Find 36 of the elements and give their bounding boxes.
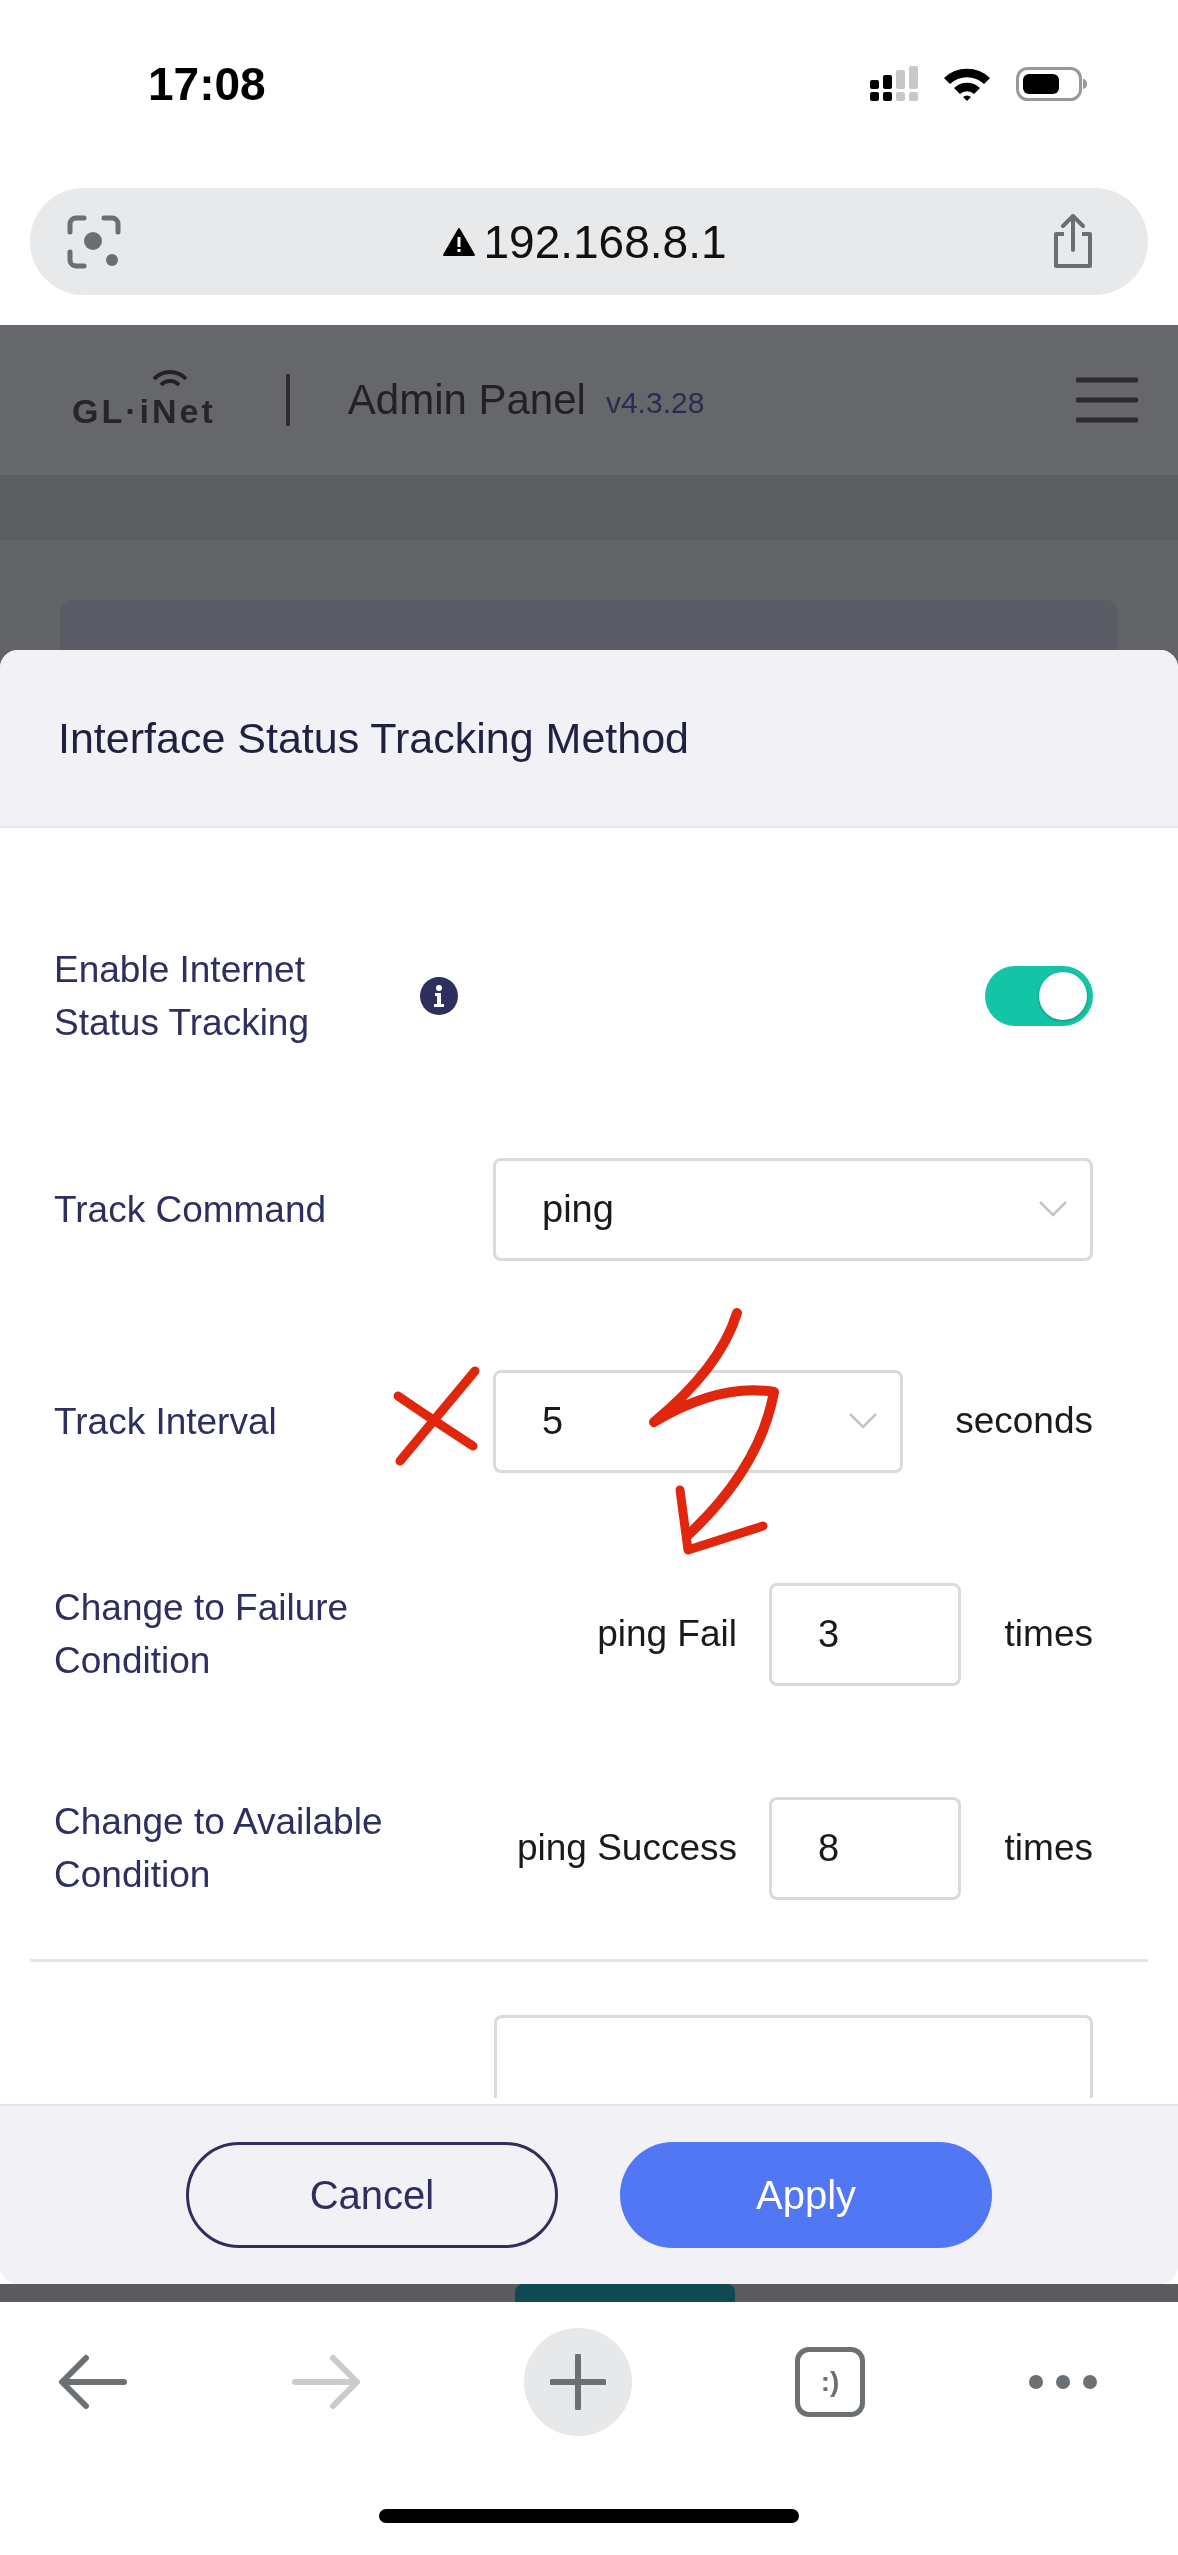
input-field[interactable]: 3	[769, 1582, 961, 1686]
dropdown[interactable]: 5	[493, 1369, 903, 1473]
signal-icon	[870, 66, 918, 102]
dropdown[interactable]: ping	[493, 1157, 1093, 1261]
condition-label: ping Fail	[597, 1613, 737, 1655]
field-label: Track Command	[54, 1187, 327, 1232]
field-label: Change to Failure Condition	[54, 1586, 350, 1683]
url-text: 192.168.8.1	[483, 214, 727, 269]
field-label: Track Interval	[54, 1399, 277, 1444]
menu-icon[interactable]	[1076, 377, 1138, 423]
unit-label: seconds	[955, 1400, 1093, 1442]
unit-label: times	[1003, 1613, 1093, 1655]
chevron-down-icon	[848, 1412, 878, 1430]
app-title: Admin Panel	[347, 376, 586, 424]
field-label: Change to Available Condition	[54, 1800, 384, 1897]
wifi-icon	[942, 66, 992, 102]
clock-time: 17:08	[148, 57, 266, 111]
dialog-title: Interface Status Tracking Method	[58, 713, 689, 763]
address-bar[interactable]: 192.168.8.1	[30, 188, 1148, 295]
battery-icon	[1016, 67, 1088, 101]
field-label: Enable Internet Status Tracking	[54, 948, 310, 1045]
back-arrow-icon[interactable]	[58, 2353, 128, 2410]
unit-label: times	[1003, 1827, 1093, 1869]
plus-icon	[550, 2353, 606, 2410]
cancel-button[interactable]: Cancel	[186, 2142, 558, 2248]
chevron-down-icon	[1038, 1200, 1068, 1218]
apply-button[interactable]: Apply	[620, 2142, 992, 2248]
condition-label: ping Success	[516, 1827, 737, 1869]
logo: GL·iNet	[72, 369, 216, 431]
version-label: v4.3.28	[605, 386, 705, 420]
camera-search-icon[interactable]	[66, 213, 122, 270]
toggle-switch[interactable]	[985, 966, 1093, 1026]
info-icon[interactable]	[420, 977, 458, 1015]
tabs-button[interactable]: :)	[795, 2346, 865, 2417]
more-icon[interactable]	[1028, 2373, 1098, 2390]
input-field[interactable]: 8	[769, 1796, 961, 1900]
